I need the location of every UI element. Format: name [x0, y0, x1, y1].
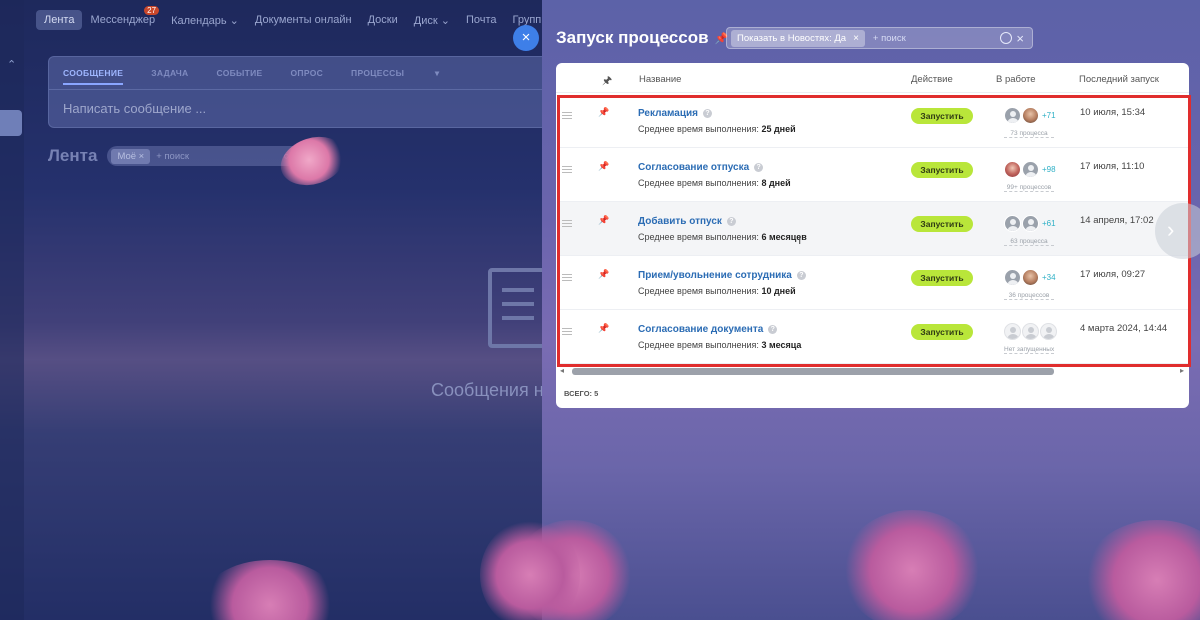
top-navigation: Лента Мессенджер 27 Календарь ⌄ Документы…: [36, 6, 557, 34]
nav-item-disk[interactable]: Диск ⌄: [406, 10, 458, 31]
search-input[interactable]: + поиск: [873, 33, 906, 44]
notification-badge: 27: [144, 6, 160, 15]
nav-item-documents[interactable]: Документы онлайн: [247, 10, 360, 30]
panel-search[interactable]: Показать в Новостях: Да × + поиск ×: [726, 27, 1033, 49]
tab-processes[interactable]: ПРОЦЕССЫ ▾: [351, 68, 467, 85]
composer-tabs: СООБЩЕНИЕ ЗАДАЧА СОБЫТИЕ ОПРОС ПРОЦЕССЫ …: [49, 57, 547, 85]
column-last-run[interactable]: Последний запуск: [1079, 74, 1159, 85]
pin-column-icon[interactable]: 🖈: [602, 72, 612, 91]
search-icon[interactable]: [1000, 32, 1013, 44]
chevron-up-icon[interactable]: ⌃: [7, 58, 16, 71]
nav-label: Календарь: [171, 14, 227, 27]
close-icon[interactable]: ×: [853, 33, 859, 44]
divider: [49, 89, 547, 90]
tab-event[interactable]: СОБЫТИЕ: [216, 68, 262, 85]
nav-item-messenger[interactable]: Мессенджер 27: [82, 6, 163, 30]
nav-label: Мессенджер: [90, 14, 156, 26]
flower-decoration: [842, 510, 982, 620]
table-header: 🖈 Название Действие В работе Последний з…: [556, 63, 1189, 93]
filter-chip-label: Показать в Новостях: Да: [737, 32, 847, 44]
panel-header: Запуск процессов 📌: [556, 28, 728, 48]
left-sidebar: ⌃: [0, 0, 24, 620]
total-count: ВСЕГО: 5: [564, 389, 599, 398]
nav-item-mail[interactable]: Почта: [458, 10, 505, 30]
empty-feed-message: Сообщения н: [431, 380, 542, 400]
column-action[interactable]: Действие: [911, 74, 953, 85]
scroll-left-icon[interactable]: ◂: [560, 366, 564, 375]
text-cursor-icon: I: [798, 233, 802, 247]
column-name[interactable]: Название: [639, 74, 681, 85]
column-in-work[interactable]: В работе: [996, 74, 1036, 85]
close-button[interactable]: ×: [513, 25, 539, 51]
nav-label: Диск: [413, 14, 438, 27]
sidebar-tab[interactable]: [0, 110, 22, 136]
scroll-right-icon[interactable]: ▸: [1180, 366, 1184, 375]
filter-chip[interactable]: Показать в Новостях: Да ×: [731, 29, 865, 47]
feed-search-input[interactable]: + поиск: [156, 151, 189, 162]
post-composer: СООБЩЕНИЕ ЗАДАЧА СОБЫТИЕ ОПРОС ПРОЦЕССЫ …: [48, 56, 548, 128]
flower-decoration: [1082, 520, 1200, 620]
filter-tag-label: Моё: [117, 150, 137, 162]
feed-header: Лента Моё × + поиск ○ ×: [48, 146, 320, 166]
tab-poll[interactable]: ОПРОС: [291, 68, 324, 85]
nav-item-calendar[interactable]: Календарь ⌄: [163, 10, 247, 31]
message-input[interactable]: Написать сообщение ...: [63, 101, 206, 116]
tab-message[interactable]: СООБЩЕНИЕ: [63, 68, 124, 85]
horizontal-scrollbar[interactable]: [572, 368, 1054, 375]
flower-decoration: [480, 520, 580, 620]
feed-title: Лента: [48, 146, 98, 165]
chevron-down-icon: ⌄: [229, 14, 239, 27]
document-icon: [488, 268, 548, 348]
tab-task[interactable]: ЗАДАЧА: [151, 68, 188, 85]
chevron-down-icon: ⌄: [440, 14, 450, 27]
tab-label: ПРОЦЕССЫ: [351, 68, 405, 78]
filter-tag[interactable]: Моё ×: [111, 148, 151, 164]
page-title: Запуск процессов: [556, 28, 709, 47]
chevron-down-icon: ▾: [434, 68, 440, 78]
clear-icon[interactable]: ×: [1016, 31, 1024, 46]
nav-item-feed[interactable]: Лента: [36, 10, 83, 30]
highlight-frame: [557, 95, 1191, 367]
nav-item-boards[interactable]: Доски: [360, 10, 406, 30]
